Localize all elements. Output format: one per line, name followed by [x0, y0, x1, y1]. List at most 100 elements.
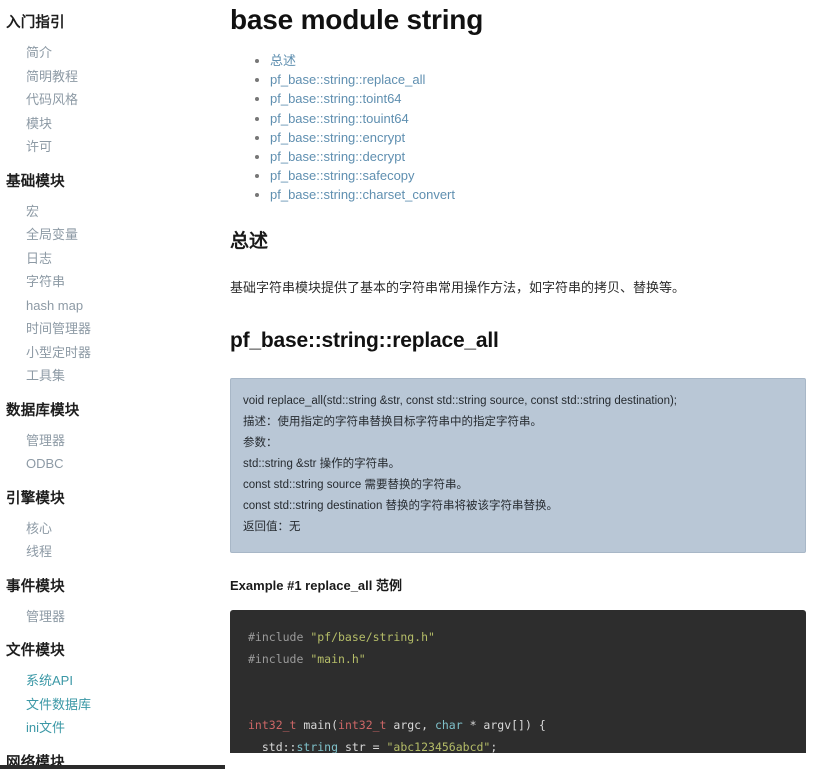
sidebar-item-list: 管理器	[0, 605, 225, 629]
sidebar-item-管理器[interactable]: 管理器	[26, 433, 65, 448]
sidebar-item-线程[interactable]: 线程	[26, 544, 52, 559]
toc-link-1[interactable]: pf_base::string::replace_all	[270, 72, 425, 87]
sidebar-section: 基础模块宏全局变量日志字符串 hash map 时间管理器小型定时器工具集	[0, 159, 225, 388]
sidebar-item-代码风格[interactable]: 代码风格	[26, 92, 78, 107]
overview-section: 总述	[230, 230, 817, 254]
sidebar-item-ini文件[interactable]: ini文件	[26, 720, 65, 735]
signature-line: const std::string destination 替换的字符串将被该字…	[243, 499, 559, 512]
signature-line: std::string &str 操作的字符串。	[243, 457, 401, 470]
code-token: std::	[248, 739, 297, 753]
code-token: str =	[338, 739, 387, 753]
sidebar-item-日志[interactable]: 日志	[26, 251, 52, 266]
sidebar-item-全局变量[interactable]: 全局变量	[26, 227, 78, 242]
toc-link-7[interactable]: pf_base::string::charset_convert	[270, 187, 455, 202]
code-block: #include "pf/base/string.h" #include "mai…	[230, 609, 806, 753]
sidebar-item-简明教程[interactable]: 简明教程	[26, 69, 78, 84]
code-token: string	[296, 739, 339, 753]
list-item: 文件数据库	[0, 693, 225, 717]
toc-link-3[interactable]: pf_base::string::touint64	[270, 111, 409, 126]
sidebar-item-核心[interactable]: 核心	[26, 521, 52, 536]
list-item: 模块	[0, 112, 225, 136]
toc-link-6[interactable]: pf_base::string::safecopy	[270, 168, 415, 183]
list-item: ini文件	[0, 716, 225, 740]
code-token: int32_t	[248, 717, 297, 732]
code-line: #include "main.h"	[230, 648, 806, 670]
code-token: int32_t	[338, 717, 387, 732]
toc-link-4[interactable]: pf_base::string::encrypt	[270, 130, 405, 145]
code-line: int32_t main(int32_t argc, char * argv[]…	[230, 714, 806, 736]
code-token: "abc123456abcd"	[386, 739, 491, 753]
list-item: hash map	[0, 294, 225, 318]
code-token: char	[434, 717, 463, 732]
page-root: 入门指引简介简明教程代码风格模块许可基础模块宏全局变量日志字符串 hash map…	[0, 0, 822, 769]
list-item: 代码风格	[0, 88, 225, 112]
toc-link-0[interactable]: 总述	[270, 53, 296, 68]
sidebar-section-title: 入门指引	[6, 15, 65, 31]
sidebar: 入门指引简介简明教程代码风格模块许可基础模块宏全局变量日志字符串 hash map…	[0, 0, 225, 769]
function-heading: pf_base::string::replace_all	[230, 328, 499, 352]
example-heading-wrap: Example #1 replace_all 范例	[230, 577, 817, 595]
list-item: 线程	[0, 540, 225, 564]
sidebar-item-工具集[interactable]: 工具集	[26, 368, 65, 383]
list-item: 宏	[0, 200, 225, 224]
toc-item: pf_base::string::encrypt	[270, 128, 817, 147]
list-item: 日志	[0, 247, 225, 271]
sidebar-item-模块[interactable]: 模块	[26, 116, 52, 131]
sidebar-section-title: 引擎模块	[6, 490, 65, 507]
sidebar-item-宏[interactable]: 宏	[26, 204, 39, 219]
sidebar-item-ODBC[interactable]: ODBC	[26, 456, 64, 471]
code-token: argc,	[386, 717, 435, 732]
sidebar-item-小型定时器[interactable]: 小型定时器	[26, 345, 91, 360]
sidebar-item-文件数据库[interactable]: 文件数据库	[26, 697, 91, 712]
toc-item: pf_base::string::toint64	[270, 89, 817, 108]
sidebar-item-管理器[interactable]: 管理器	[26, 609, 65, 624]
code-token: ;	[490, 739, 498, 753]
sidebar-item-list: 宏全局变量日志字符串 hash map 时间管理器小型定时器工具集	[0, 200, 225, 388]
toc-item: pf_base::string::decrypt	[270, 147, 817, 166]
sidebar-item-简介[interactable]: 简介	[26, 45, 52, 60]
signature-line: void replace_all(std::string &str, const…	[243, 394, 678, 407]
toc-link-2[interactable]: pf_base::string::toint64	[270, 91, 402, 106]
sidebar-nav: 入门指引简介简明教程代码风格模块许可基础模块宏全局变量日志字符串 hash map…	[0, 0, 225, 769]
list-item: ODBC	[0, 452, 225, 476]
page-title: base module string	[230, 4, 484, 35]
overview-paragraph-wrap: 基础字符串模块提供了基本的字符串常用操作方法，如字符串的拷贝、替换等。	[230, 278, 817, 298]
signature-line: const std::string source 需要替换的字符串。	[243, 478, 468, 491]
sidebar-item-字符串[interactable]: 字符串	[26, 274, 65, 289]
signature-description-box: void replace_all(std::string &str, const…	[230, 377, 806, 553]
overview-paragraph: 基础字符串模块提供了基本的字符串常用操作方法，如字符串的拷贝、替换等。	[230, 279, 686, 295]
sidebar-section-title: 基础模块	[6, 173, 65, 190]
sidebar-item-许可[interactable]: 许可	[26, 139, 52, 154]
list-item: 小型定时器	[0, 341, 225, 365]
table-of-contents: 总述pf_base::string::replace_allpf_base::s…	[230, 51, 817, 205]
sidebar-item-list: 简介简明教程代码风格模块许可	[0, 41, 225, 159]
list-item: 全局变量	[0, 223, 225, 247]
code-token: main(	[296, 717, 339, 732]
list-item: 工具集	[0, 364, 225, 388]
toc-link-5[interactable]: pf_base::string::decrypt	[270, 149, 405, 164]
toc-item: pf_base::string::safecopy	[270, 166, 817, 185]
signature-line: 参数：	[243, 436, 278, 449]
sidebar-item-hash map[interactable]: hash map	[26, 298, 83, 313]
sidebar-item-时间管理器[interactable]: 时间管理器	[26, 321, 91, 336]
sidebar-item-list: 系统API 文件数据库 ini文件	[0, 669, 225, 740]
sidebar-item-系统API[interactable]: 系统API	[26, 673, 73, 688]
sidebar-section: 文件模块 系统API 文件数据库 ini文件	[0, 628, 225, 740]
code-token: "main.h"	[310, 651, 366, 666]
code-line: #include "pf/base/string.h"	[230, 626, 806, 648]
toc-item: pf_base::string::replace_all	[270, 70, 817, 89]
list-item: 管理器	[0, 605, 225, 629]
